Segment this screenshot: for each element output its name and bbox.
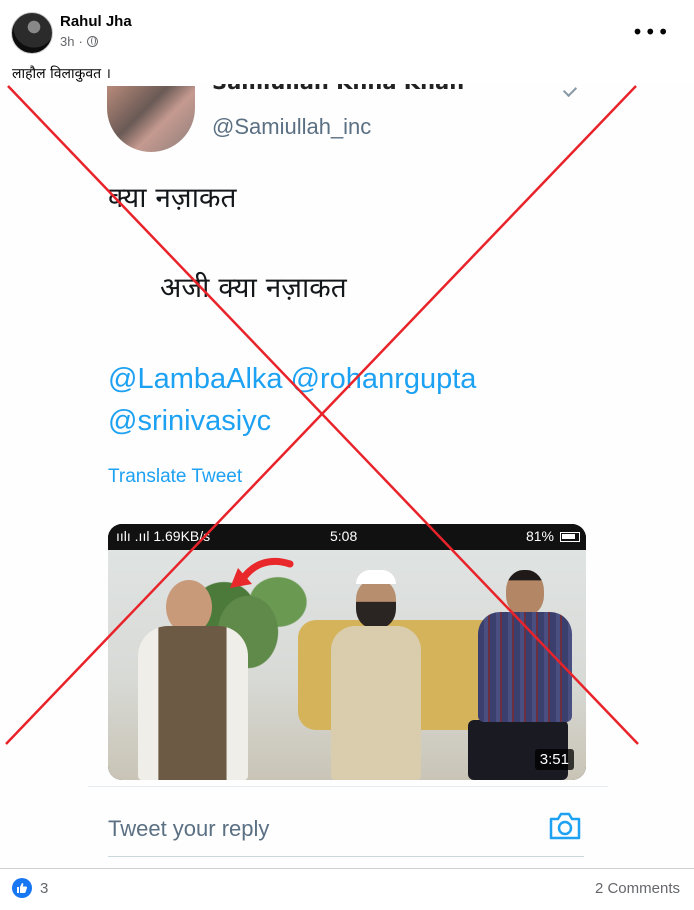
footer-divider [0, 868, 694, 869]
post-caption: लाहौल विलाकुवत । [12, 66, 111, 82]
author-name[interactable]: Rahul Jha [60, 13, 132, 30]
translate-tweet-link: Translate Tweet [108, 466, 243, 487]
post-meta: 3h · [60, 34, 98, 49]
tweet-display-name: Samiullah Khna Khan [212, 84, 464, 94]
reply-input: Tweet your reply [108, 816, 270, 841]
camera-icon [549, 812, 581, 840]
divider [88, 786, 608, 787]
chevron-down-icon [562, 84, 578, 98]
person-middle [326, 570, 426, 780]
phone-status-bar: ıılı .ııl 1.69KB/s 5:08 81% [108, 524, 586, 550]
tweet-handle: @Samiullah_inc [212, 114, 372, 139]
tweet-screenshot[interactable]: Samiullah Khna Khan @Samiullah_inc क्या … [0, 84, 694, 870]
video-scene [108, 550, 586, 780]
reply-underline [108, 856, 584, 857]
post-time[interactable]: 3h [60, 34, 74, 49]
person-left [128, 580, 248, 780]
status-time: 5:08 [330, 528, 358, 544]
reactions-count: 3 [40, 879, 49, 897]
mentions-line2: @srinivasiyc [108, 405, 272, 437]
video-thumbnail: ıılı .ııl 1.69KB/s 5:08 81% 3:51 [108, 524, 586, 780]
like-icon [12, 878, 32, 898]
battery-icon [560, 532, 580, 542]
more-options-button[interactable]: ••• [632, 20, 670, 44]
video-duration: 3:51 [534, 749, 574, 770]
status-battery: 81% [525, 528, 554, 544]
post-header: Rahul Jha 3h · ••• [0, 0, 694, 62]
reactions-summary[interactable]: 3 [12, 878, 48, 898]
author-avatar[interactable] [11, 12, 53, 54]
tweet-mentions: @LambaAlka @rohanrgupta @srinivasiyc [108, 358, 578, 442]
mentions-line1: @LambaAlka @rohanrgupta [108, 363, 477, 395]
tweet-text-line1: क्या नज़ाकत [108, 181, 237, 214]
comments-count-link[interactable]: 2 Comments [595, 880, 680, 897]
tweet-avatar [107, 86, 195, 152]
status-network: ıılı .ııl 1.69KB/s [116, 528, 211, 544]
tweet-text-line2: अजी क्या नज़ाकत [160, 271, 347, 304]
red-arrow-icon [230, 557, 294, 588]
meta-separator: · [78, 34, 83, 49]
globe-icon [86, 36, 98, 47]
